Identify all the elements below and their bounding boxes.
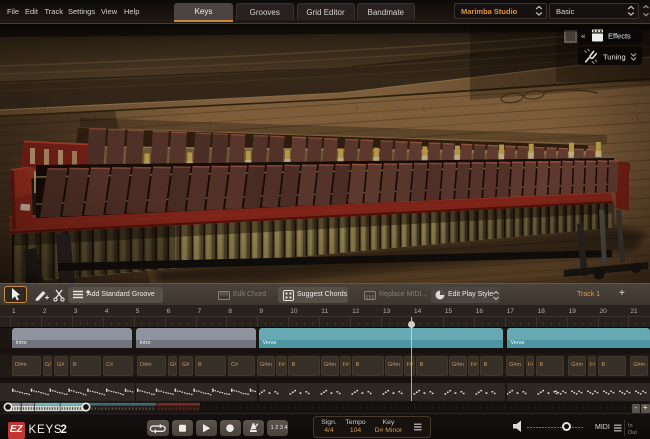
svg-text:Effects: Effects bbox=[608, 32, 631, 41]
svg-text:Tuning: Tuning bbox=[603, 53, 626, 62]
svg-text:«: « bbox=[581, 32, 586, 41]
